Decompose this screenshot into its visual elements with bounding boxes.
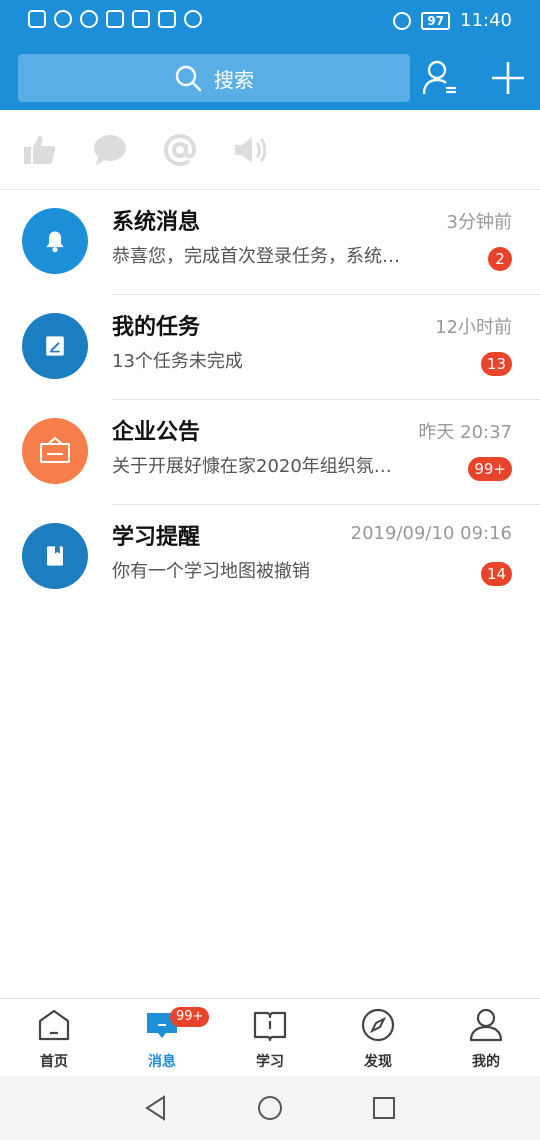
bell-icon bbox=[22, 208, 88, 274]
nav-label: 发现 bbox=[364, 1054, 392, 1070]
message-preview: 恭喜您，完成首次登录任务，系统… bbox=[112, 246, 400, 267]
contacts-icon[interactable] bbox=[420, 58, 460, 98]
unread-badge: 14 bbox=[480, 562, 512, 586]
search-icon bbox=[174, 64, 202, 92]
message-item-tasks[interactable]: 我的任务 12小时前 13个任务未完成 13 bbox=[0, 295, 540, 400]
nav-study[interactable]: 学习 bbox=[216, 1007, 324, 1073]
status-icons-right: 97 11:40 bbox=[393, 10, 512, 31]
add-icon[interactable] bbox=[488, 58, 528, 98]
status-bar: 97 11:40 bbox=[0, 0, 540, 44]
compass-icon bbox=[361, 1008, 395, 1042]
nav-label: 消息 bbox=[148, 1054, 176, 1070]
status-icons-left bbox=[28, 10, 202, 28]
nav-messages[interactable]: 99+ 消息 bbox=[108, 1007, 216, 1073]
app-notification-icon bbox=[132, 10, 150, 28]
nav-label: 我的 bbox=[472, 1054, 500, 1070]
message-time: 12小时前 bbox=[435, 317, 512, 338]
quick-actions-row bbox=[0, 110, 540, 190]
message-preview: 13个任务未完成 bbox=[112, 351, 243, 372]
task-icon bbox=[22, 313, 88, 379]
recent-apps-icon[interactable] bbox=[370, 1094, 398, 1122]
message-preview: 你有一个学习地图被撤销 bbox=[112, 561, 310, 582]
status-time: 11:40 bbox=[460, 10, 512, 31]
message-time: 3分钟前 bbox=[446, 212, 512, 233]
study-book-icon bbox=[253, 1011, 287, 1042]
search-bar[interactable]: 搜索 bbox=[18, 54, 410, 102]
message-item-announcements[interactable]: 企业公告 昨天 20:37 关于开展好慷在家2020年组织氛… 99+ bbox=[0, 400, 540, 505]
speaker-icon[interactable] bbox=[232, 132, 268, 168]
nav-discover[interactable]: 发现 bbox=[324, 1007, 432, 1073]
message-list: 系统消息 3分钟前 恭喜您，完成首次登录任务，系统… 2 我的任务 12小时前 … bbox=[0, 190, 540, 610]
nav-unread-badge: 99+ bbox=[170, 1007, 210, 1027]
unread-badge: 99+ bbox=[468, 457, 512, 481]
message-title: 系统消息 bbox=[112, 210, 201, 235]
book-icon bbox=[22, 523, 88, 589]
nav-profile[interactable]: 我的 bbox=[432, 1007, 540, 1073]
thumbs-up-icon[interactable] bbox=[22, 132, 58, 168]
bottom-navigation: 首页 99+ 消息 学习 发现 我的 bbox=[0, 998, 540, 1076]
app-notification-icon bbox=[184, 10, 202, 28]
message-time: 昨天 20:37 bbox=[418, 422, 512, 443]
app-notification-icon bbox=[158, 10, 176, 28]
alert-icon bbox=[28, 10, 46, 28]
battery-indicator: 97 bbox=[421, 11, 451, 30]
message-title: 企业公告 bbox=[112, 420, 201, 445]
home-icon bbox=[38, 1009, 70, 1041]
back-icon[interactable] bbox=[142, 1094, 170, 1122]
profile-icon bbox=[469, 1008, 503, 1042]
nav-label: 学习 bbox=[256, 1054, 284, 1070]
wifi-icon bbox=[54, 10, 72, 28]
message-item-system[interactable]: 系统消息 3分钟前 恭喜您，完成首次登录任务，系统… 2 bbox=[0, 190, 540, 295]
comment-icon[interactable] bbox=[92, 132, 128, 168]
home-circle-icon[interactable] bbox=[256, 1094, 284, 1122]
unread-badge: 13 bbox=[480, 352, 512, 376]
alarm-icon bbox=[393, 11, 412, 30]
system-navigation-bar bbox=[0, 1076, 540, 1140]
header: 搜索 bbox=[0, 44, 540, 110]
app-notification-icon bbox=[106, 10, 124, 28]
announcement-icon bbox=[22, 418, 88, 484]
message-item-study[interactable]: 学习提醒 2019/09/10 09:16 你有一个学习地图被撤销 14 bbox=[0, 505, 540, 610]
message-preview: 关于开展好慷在家2020年组织氛… bbox=[112, 456, 392, 477]
message-time: 2019/09/10 09:16 bbox=[350, 523, 512, 544]
nav-label: 首页 bbox=[40, 1054, 68, 1070]
search-label: 搜索 bbox=[214, 67, 254, 92]
nav-home[interactable]: 首页 bbox=[0, 1007, 108, 1073]
unread-badge: 2 bbox=[488, 247, 512, 271]
message-title: 我的任务 bbox=[112, 315, 201, 340]
message-title: 学习提醒 bbox=[112, 525, 201, 550]
app-notification-icon bbox=[80, 10, 98, 28]
at-icon[interactable] bbox=[162, 132, 198, 168]
